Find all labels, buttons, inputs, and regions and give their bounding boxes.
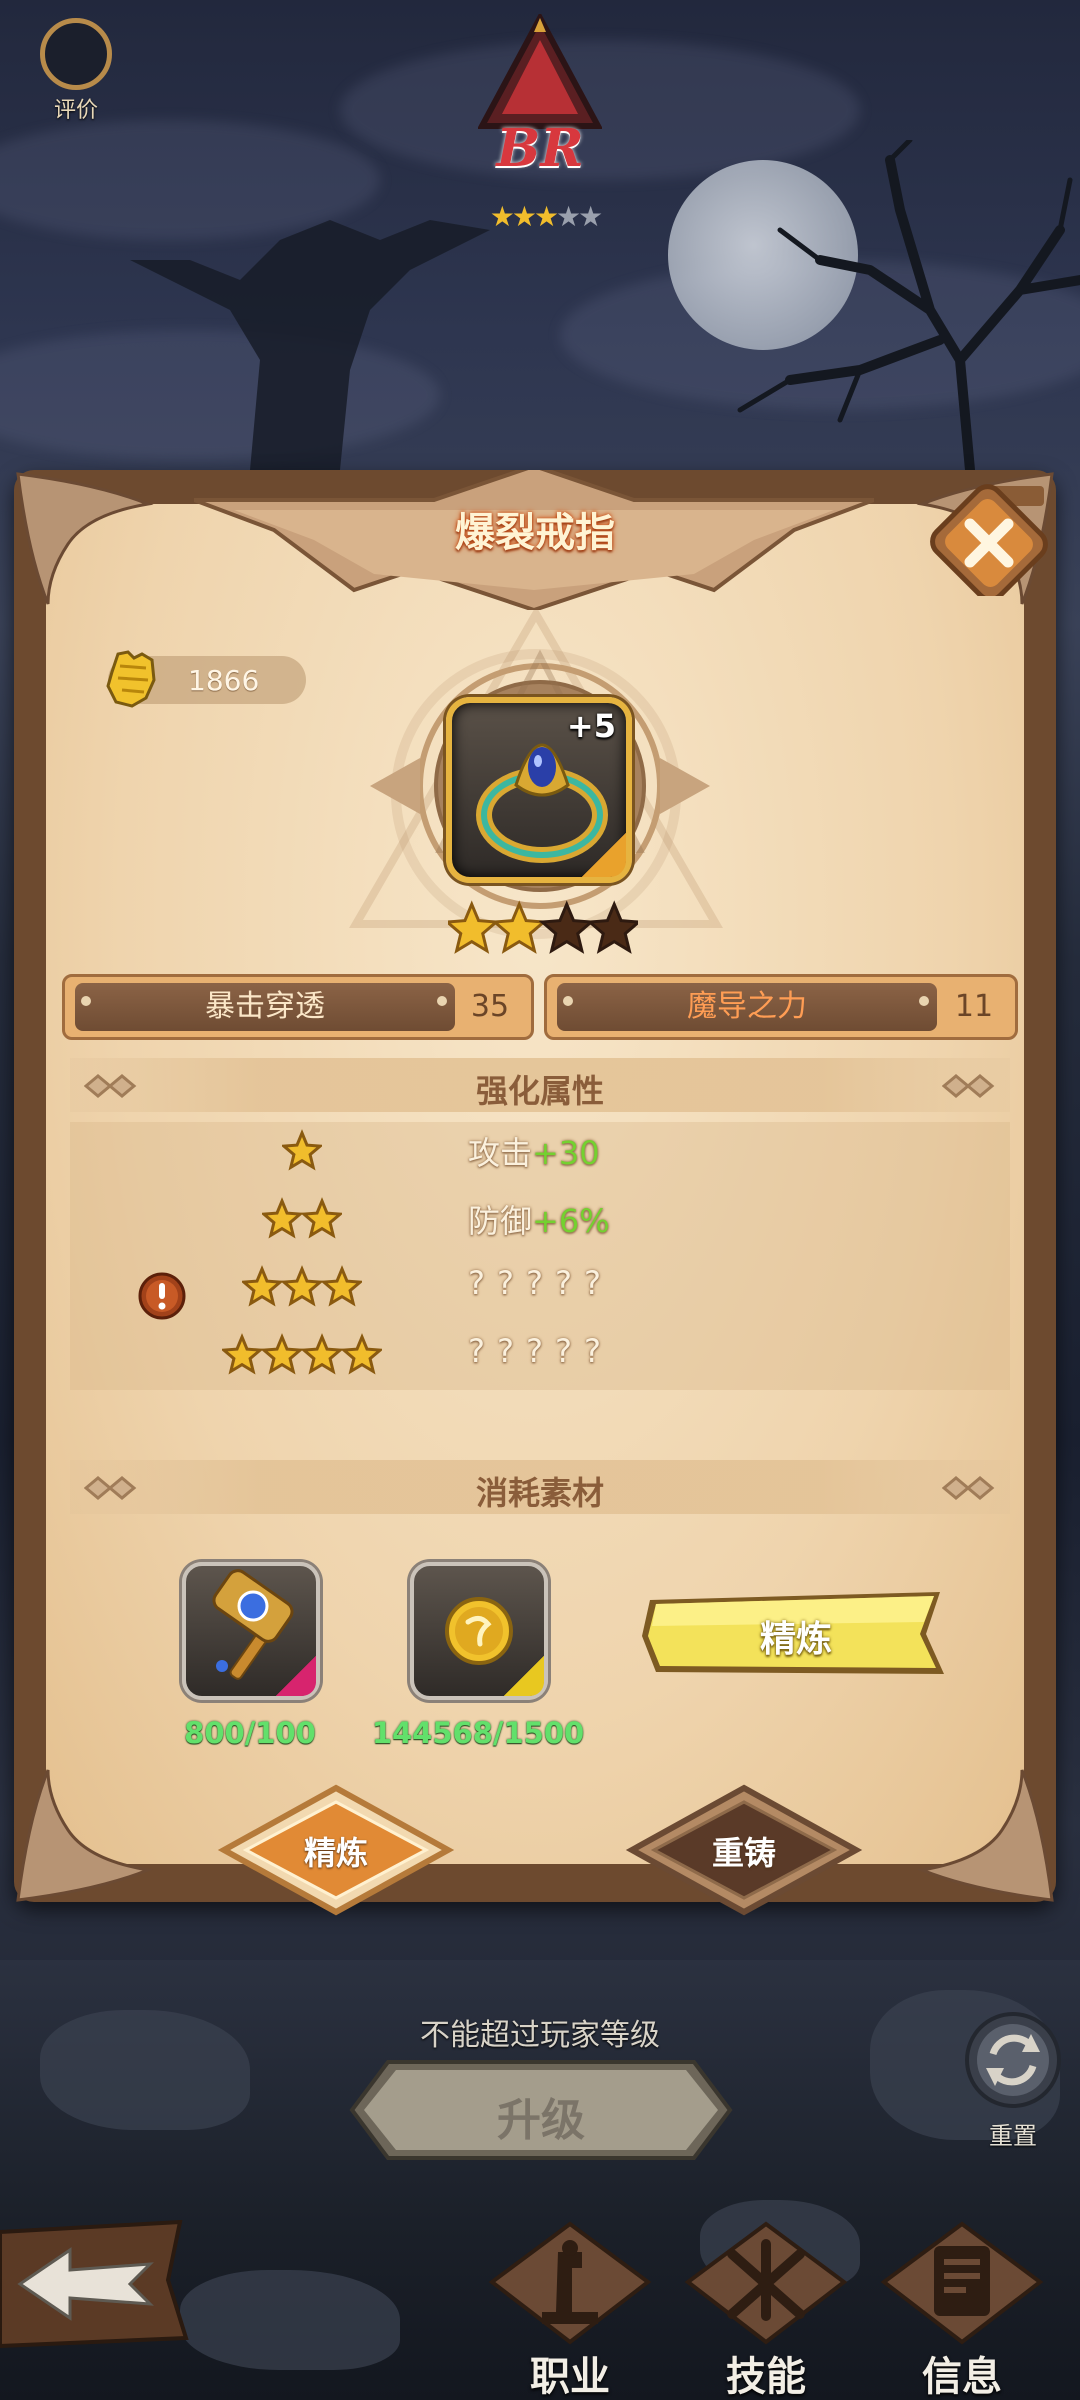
tier-star-icon: [262, 1197, 304, 1239]
reset-button[interactable]: 重置: [958, 2008, 1068, 2150]
tier-star-icon: [260, 1333, 304, 1375]
upgrade-button[interactable]: 升级: [348, 2058, 734, 2162]
material-corner: [504, 1656, 544, 1696]
rank-star-icon: ★: [511, 200, 537, 233]
class-icon: [488, 2221, 652, 2345]
quality-star-icon: [448, 900, 500, 954]
nav-label: 技能: [726, 2354, 806, 2400]
tab-label: 精炼: [303, 1834, 368, 1872]
tier-star-icon: [300, 1197, 342, 1239]
attr-text-locked: ?????: [468, 1332, 613, 1370]
dead-tree: [737, 140, 1080, 470]
corner-ornament-br: [916, 1769, 1054, 1902]
attr-row-3star: ?????: [70, 1258, 1010, 1320]
close-button[interactable]: [930, 480, 1054, 602]
tab-refine[interactable]: 精炼: [216, 1780, 456, 1920]
enhance-level: +5: [566, 707, 616, 745]
nav-label: 信息: [922, 2354, 1002, 2400]
warning-icon[interactable]: [138, 1272, 186, 1320]
info-icon: [880, 2221, 1044, 2345]
refine-action-label: 精炼: [759, 1619, 832, 1660]
stat-label: 魔导之力: [557, 983, 937, 1031]
level-limit-note: 不能超过玩家等级: [420, 2018, 660, 2053]
item-title: 爆裂戒指: [455, 510, 615, 556]
rank-star-icon: ★: [533, 200, 559, 233]
stat-value: 11: [954, 989, 994, 1024]
reset-label: 重置: [989, 2122, 1037, 2150]
stat-crit-penetration: 暴击穿透 35: [62, 974, 534, 1040]
tier-star-icon: [340, 1333, 382, 1375]
rank-star-icon: ★: [489, 200, 515, 233]
rank-emblem: BR ★★★★★: [460, 14, 620, 233]
rank-triangle-icon: [478, 14, 602, 129]
material-count: 144568/1500: [371, 1716, 585, 1750]
attr-row-2star: 防御+6%: [70, 1190, 1010, 1250]
nav-label: 职业: [530, 2354, 610, 2400]
material-hammer-slot[interactable]: [182, 1562, 320, 1700]
combat-power-badge: 1866: [106, 650, 306, 708]
stat-value: 35: [470, 989, 510, 1024]
attr-row-4star: ?????: [70, 1326, 1010, 1386]
rank-star-icon: ★: [556, 200, 581, 233]
tier-stars: [222, 1333, 382, 1375]
rank-star-icon: ★: [578, 200, 603, 233]
attr-text: 攻击+30: [468, 1134, 600, 1172]
stat-magic-power: 魔导之力 11: [544, 974, 1018, 1040]
close-icon: [930, 484, 1048, 602]
back-button[interactable]: [0, 2219, 190, 2350]
tier-star-icon: [320, 1265, 362, 1307]
quality-star-icon: [586, 900, 638, 954]
quality-star-icon: [491, 900, 548, 954]
back-arrow-icon: [0, 2219, 189, 2349]
tab-recast[interactable]: 重铸: [624, 1780, 864, 1920]
tab-label: 重铸: [711, 1834, 776, 1872]
enhance-attribute-list: 攻击+30 防御+6% ????? ?????: [70, 1122, 1010, 1390]
attr-text-locked: ?????: [468, 1264, 613, 1302]
enhance-section-title: 强化属性: [475, 1072, 604, 1110]
tier-star-icon: [300, 1333, 344, 1375]
attr-row-1star: 攻击+30: [70, 1122, 1010, 1182]
materials-section-header: 消耗素材: [70, 1460, 1010, 1514]
tier-star-icon: [222, 1333, 264, 1375]
corner-ornament-bl: [16, 1769, 154, 1902]
material-count: 800/100: [184, 1716, 316, 1750]
rating-label: 评价: [53, 98, 98, 123]
dragon-silhouette: [130, 220, 490, 470]
quality-stars: [448, 900, 638, 954]
refine-action-button[interactable]: 精炼: [640, 1586, 952, 1680]
tier-star-icon: [280, 1265, 324, 1307]
nav-skill[interactable]: 技能: [676, 2218, 856, 2400]
fist-icon: [106, 650, 156, 708]
enhance-section-header: 强化属性: [70, 1058, 1010, 1112]
quality-corner: [582, 833, 626, 877]
upgrade-label: 升级: [497, 2095, 585, 2146]
diamond-ornament-icon: [942, 1074, 995, 1098]
tier-star-icon: [282, 1129, 322, 1171]
nav-class[interactable]: 职业: [480, 2218, 660, 2400]
material-gold-slot[interactable]: [410, 1562, 548, 1700]
material-corner: [276, 1656, 316, 1696]
diamond-ornament-icon: [942, 1476, 995, 1500]
combat-power-value: 1866: [188, 664, 260, 697]
rank-text: BR: [496, 118, 584, 179]
tier-star-icon: [242, 1265, 284, 1307]
rank-stars: ★★★★★: [470, 200, 620, 233]
nav-info[interactable]: 信息: [872, 2218, 1052, 2400]
skill-icon: [684, 2221, 848, 2345]
tier-stars: [242, 1265, 362, 1307]
item-slot[interactable]: +5: [446, 697, 632, 883]
attr-text: 防御+6%: [468, 1202, 610, 1240]
rating-button[interactable]: 评价: [36, 18, 116, 123]
rating-ring-icon: [40, 18, 112, 90]
tier-stars: [262, 1197, 342, 1239]
tier-stars: [282, 1129, 322, 1171]
materials-section-title: 消耗素材: [475, 1474, 604, 1512]
stat-label: 暴击穿透: [75, 983, 455, 1031]
quality-star-icon: [538, 900, 595, 954]
refresh-icon: [965, 2012, 1061, 2108]
